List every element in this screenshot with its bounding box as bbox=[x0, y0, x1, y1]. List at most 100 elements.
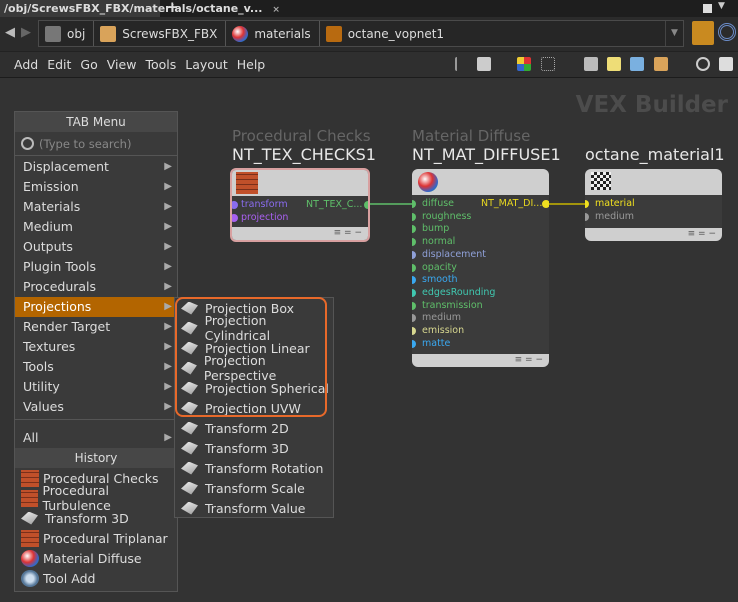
output-label: NT_MAT_DI... bbox=[481, 198, 543, 209]
port-label: matte bbox=[422, 337, 451, 349]
submenu-arrow-icon: ▶ bbox=[164, 261, 172, 272]
node-nt-tex-checks1[interactable]: transform projection NT_TEX_C... ≡ = − bbox=[230, 168, 370, 242]
menu-item-textures[interactable]: Textures ▶ bbox=[15, 337, 177, 357]
menu-item-tools[interactable]: Tools ▶ bbox=[15, 357, 177, 377]
menu-item-label: Textures bbox=[23, 339, 76, 354]
projection-icon bbox=[181, 481, 198, 495]
history-item[interactable]: Procedural Triplanar bbox=[15, 528, 177, 548]
menu-item-label: Plugin Tools bbox=[23, 259, 97, 274]
node-type-label: Procedural Checks bbox=[232, 127, 371, 145]
menu-item-label: Materials bbox=[23, 199, 81, 214]
submenu-item-transform-value[interactable]: Transform Value bbox=[175, 498, 333, 518]
menu-item-label: Emission bbox=[23, 179, 79, 194]
submenu-item-label: Transform 2D bbox=[205, 420, 289, 436]
submenu-item-transform-rotation[interactable]: Transform Rotation bbox=[175, 458, 333, 478]
submenu-item-transform-3d[interactable]: Transform 3D bbox=[175, 438, 333, 458]
submenu-item-transform-scale[interactable]: Transform Scale bbox=[175, 478, 333, 498]
input-matte[interactable] bbox=[412, 339, 416, 348]
menu-item-label: Tools bbox=[23, 359, 54, 374]
input-smooth[interactable] bbox=[412, 276, 416, 285]
projection-icon bbox=[181, 421, 198, 435]
input-displacement[interactable] bbox=[412, 250, 416, 259]
port-label: medium bbox=[422, 312, 462, 324]
menu-item-label: Medium bbox=[23, 219, 73, 234]
submenu-arrow-icon: ▶ bbox=[164, 281, 172, 292]
submenu-arrow-icon: ▶ bbox=[164, 161, 172, 172]
node-nt-mat-diffuse1[interactable]: NT_MAT_DI... ≡ = − diffuse roughness bump n… bbox=[412, 169, 549, 367]
menu-item-medium[interactable]: Medium ▶ bbox=[15, 217, 177, 237]
port-label: transform bbox=[241, 199, 288, 210]
menu-item-utility[interactable]: Utility ▶ bbox=[15, 377, 177, 397]
submenu-item-label: Transform Rotation bbox=[205, 460, 324, 476]
input-medium[interactable] bbox=[412, 314, 416, 323]
input-normal[interactable] bbox=[412, 238, 416, 247]
history-title: History bbox=[15, 448, 177, 468]
projection-icon bbox=[181, 461, 198, 475]
port-label: diffuse bbox=[422, 198, 455, 209]
divider bbox=[15, 419, 177, 420]
tab-menu: TAB Menu (Type to search) Displacement ▶ E… bbox=[14, 111, 178, 592]
brick-icon bbox=[236, 172, 258, 194]
submenu-arrow-icon: ▶ bbox=[164, 432, 172, 443]
port-label: smooth bbox=[422, 274, 458, 286]
input-bump[interactable] bbox=[412, 225, 416, 234]
history-item[interactable]: Procedural Turbulence bbox=[15, 483, 177, 513]
input-transform[interactable] bbox=[232, 201, 238, 209]
input-edgesRounding[interactable] bbox=[412, 288, 416, 297]
menu-item-displacement[interactable]: Displacement ▶ bbox=[15, 157, 177, 177]
port-label: medium bbox=[595, 210, 635, 222]
input-emission[interactable] bbox=[412, 327, 416, 335]
checkered-flag-icon bbox=[591, 172, 611, 190]
input-material[interactable] bbox=[585, 200, 589, 208]
node-name[interactable]: NT_TEX_CHECKS1 bbox=[232, 145, 376, 164]
node-type-label: Material Diffuse bbox=[412, 127, 531, 145]
material-ball-icon bbox=[418, 172, 438, 192]
input-transmission[interactable] bbox=[412, 301, 416, 310]
node-name[interactable]: octane_material1 bbox=[585, 145, 725, 164]
output-port[interactable] bbox=[542, 200, 549, 208]
menu-item-emission[interactable]: Emission ▶ bbox=[15, 177, 177, 197]
output-port[interactable] bbox=[364, 201, 368, 209]
menu-item-all[interactable]: All ▶ bbox=[15, 428, 177, 448]
history-item-label: Procedural Triplanar bbox=[43, 530, 168, 546]
submenu-arrow-icon: ▶ bbox=[164, 221, 172, 232]
history-item-label: Procedural Turbulence bbox=[42, 483, 111, 513]
submenu-arrow-icon: ▶ bbox=[164, 341, 172, 352]
input-medium[interactable] bbox=[585, 212, 589, 221]
port-label: projection bbox=[241, 212, 289, 223]
ball-icon bbox=[21, 549, 39, 567]
menu-item-values[interactable]: Values ▶ bbox=[15, 397, 177, 417]
menu-item-materials[interactable]: Materials ▶ bbox=[15, 197, 177, 217]
submenu-arrow-icon: ▶ bbox=[164, 301, 172, 312]
submenu-item-label: Transform 3D bbox=[205, 440, 289, 456]
search-icon bbox=[21, 137, 34, 150]
history-item-label: Material Diffuse bbox=[43, 550, 142, 566]
history-item[interactable]: Material Diffuse bbox=[15, 548, 177, 568]
node-name[interactable]: NT_MAT_DIFFUSE1 bbox=[412, 145, 561, 164]
menu-item-plugin-tools[interactable]: Plugin Tools ▶ bbox=[15, 257, 177, 277]
port-label: opacity bbox=[422, 261, 457, 273]
input-diffuse[interactable] bbox=[412, 200, 416, 208]
port-label: transmission bbox=[422, 299, 483, 311]
submenu-item-transform-2d[interactable]: Transform 2D bbox=[175, 418, 333, 438]
port-label: roughness bbox=[422, 210, 472, 222]
menu-item-outputs[interactable]: Outputs ▶ bbox=[15, 237, 177, 257]
brick-icon bbox=[21, 469, 39, 487]
input-projection[interactable] bbox=[232, 214, 238, 222]
history-item[interactable]: Tool Add bbox=[15, 568, 177, 588]
input-opacity[interactable] bbox=[412, 263, 416, 272]
menu-item-label: Displacement bbox=[23, 159, 109, 174]
submenu-item-label: Transform Value bbox=[205, 500, 306, 516]
node-octane-material1[interactable]: ≡ = − material medium bbox=[585, 169, 722, 241]
menu-item-projections[interactable]: Projections ▶ bbox=[15, 297, 177, 317]
menu-item-render-target[interactable]: Render Target ▶ bbox=[15, 317, 177, 337]
port-label: material bbox=[595, 198, 635, 209]
node-footer: ≡ = − bbox=[412, 354, 549, 367]
highlight-box bbox=[175, 297, 327, 417]
menu-item-procedurals[interactable]: Procedurals ▶ bbox=[15, 277, 177, 297]
search-input[interactable]: (Type to search) bbox=[15, 132, 177, 156]
projection-icon bbox=[181, 501, 198, 515]
output-label: NT_TEX_C... bbox=[306, 199, 363, 210]
input-roughness[interactable] bbox=[412, 212, 416, 221]
node-footer: ≡ = − bbox=[232, 227, 368, 240]
